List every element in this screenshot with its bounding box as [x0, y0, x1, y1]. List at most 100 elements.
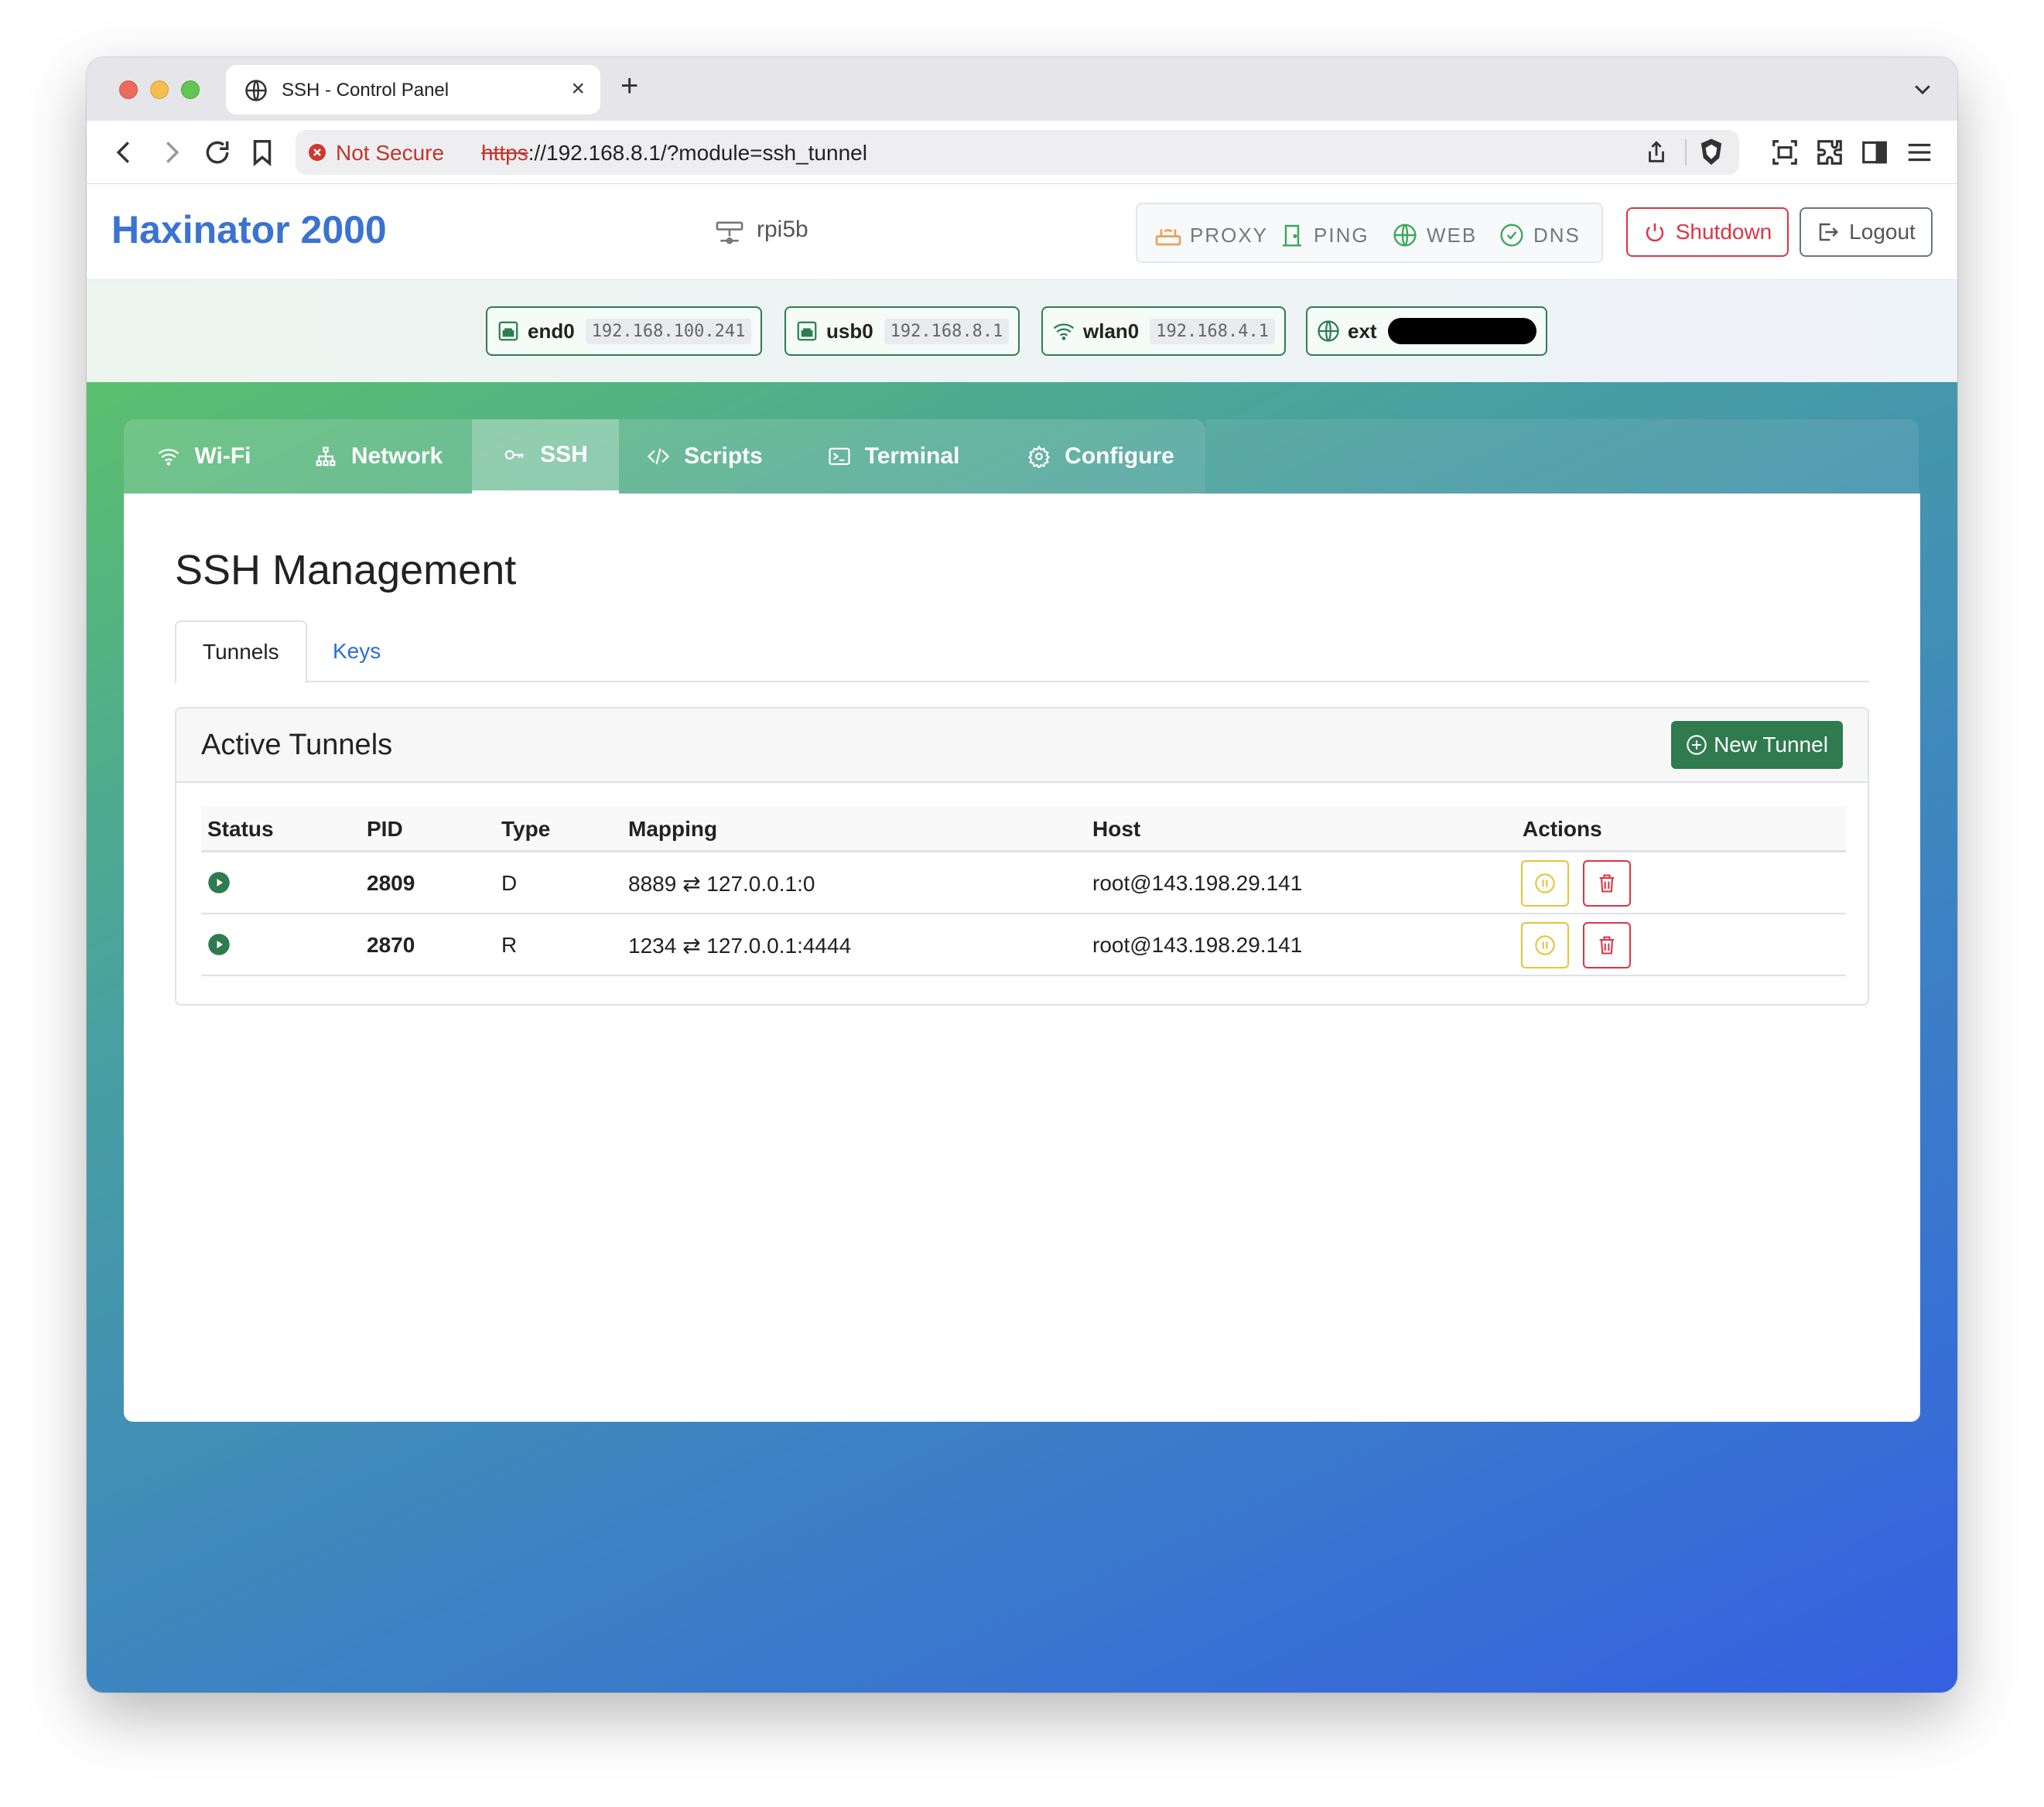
logout-button[interactable]: Logout [1800, 207, 1933, 257]
forward-icon[interactable] [156, 138, 186, 167]
delete-tunnel-button[interactable] [1583, 922, 1631, 968]
interface-end0[interactable]: end0 192.168.100.241 [486, 306, 763, 356]
interface-wlan0[interactable]: wlan0 192.168.4.1 [1041, 306, 1286, 356]
cell-type: R [501, 933, 518, 957]
column-header: Type [501, 817, 551, 841]
pause-tunnel-button[interactable] [1521, 860, 1569, 907]
service-label: PING [1314, 223, 1369, 247]
interface-usb0[interactable]: usb0 192.168.8.1 [784, 306, 1020, 356]
brand-title[interactable]: Haxinator 2000 [111, 207, 387, 252]
address-bar[interactable]: Not Secure https://192.168.8.1/?module=s… [296, 130, 1739, 175]
tab-scripts[interactable]: Scripts [619, 419, 791, 494]
server-icon [716, 221, 743, 244]
pause-icon [1535, 873, 1555, 893]
tab-terminal[interactable]: Terminal [791, 419, 996, 494]
service-label: PROXY [1190, 223, 1269, 247]
subtab-tunnels[interactable]: Tunnels [175, 620, 307, 684]
bookmark-icon[interactable] [248, 138, 277, 167]
main-panel: SSH Management Tunnels Keys Active Tunne… [124, 494, 1920, 1422]
tab-configure[interactable]: Configure [996, 419, 1205, 494]
key-icon [504, 449, 524, 460]
sidebar-icon[interactable] [1860, 138, 1889, 167]
tab-wifi[interactable]: Wi-Fi [124, 419, 285, 494]
dns-icon [1500, 224, 1523, 247]
running-status-icon [208, 934, 230, 955]
column-header: Host [1092, 817, 1141, 841]
reload-icon[interactable] [203, 138, 232, 167]
pause-icon [1535, 935, 1555, 955]
url-rest: ://192.168.8.1/?module=ssh_tunnel [528, 141, 867, 165]
globe-icon [245, 80, 267, 101]
globe-icon [1393, 224, 1417, 247]
cell-host: root@143.198.29.141 [1092, 933, 1303, 957]
content-background: Wi-Fi Network SSH Scripts Terminal Confi… [87, 382, 1957, 1693]
cell-mapping: 8889 ⇄ 127.0.0.1:0 [628, 872, 815, 896]
app-header: Haxinator 2000 rpi5b PROXY PING WEB DNS [87, 184, 1957, 280]
subtab-label: Tunnels [203, 640, 279, 664]
power-icon [1646, 223, 1663, 242]
cell-pid: 2870 [367, 933, 415, 957]
column-header: Mapping [628, 817, 718, 841]
tab-label: Terminal [864, 443, 960, 469]
logout-icon [1819, 223, 1839, 241]
globe-icon [1318, 320, 1339, 342]
subtab-label: Keys [333, 639, 381, 663]
redacted-ip [1387, 318, 1536, 344]
card-title: Active Tunnels [201, 729, 393, 761]
wifi-icon [1053, 323, 1075, 340]
new-tunnel-label: New Tunnel [1714, 733, 1828, 757]
cell-pid: 2809 [367, 871, 415, 895]
column-header: Status [207, 817, 274, 841]
shutdown-button[interactable]: Shutdown [1626, 207, 1789, 257]
url-text[interactable]: https://192.168.8.1/?module=ssh_tunnel [481, 141, 867, 166]
shield-icon[interactable] [1697, 138, 1725, 167]
delete-tunnel-button[interactable] [1583, 860, 1631, 907]
screenshot-icon[interactable] [1770, 138, 1800, 167]
service-label: DNS [1533, 223, 1581, 247]
share-icon[interactable] [1643, 139, 1670, 166]
extensions-icon[interactable] [1815, 138, 1844, 167]
interface-name: usb0 [826, 319, 873, 343]
table-row: 2809 D 8889 ⇄ 127.0.0.1:0 root@143.198.2… [201, 852, 1846, 914]
wifi-icon [159, 449, 179, 466]
code-icon [648, 448, 670, 465]
network-icon [316, 446, 336, 466]
new-tunnel-button[interactable]: New Tunnel [1671, 721, 1843, 769]
card-header: Active Tunnels New Tunnel [176, 709, 1868, 783]
service-dns[interactable]: DNS [1498, 223, 1581, 248]
zoom-window-button[interactable] [181, 80, 200, 99]
interface-ext[interactable]: ext [1306, 306, 1547, 356]
running-status-icon [208, 872, 230, 893]
browser-tab[interactable]: SSH - Control Panel × [226, 65, 600, 114]
service-web[interactable]: WEB [1391, 223, 1477, 248]
chevron-down-icon[interactable] [1911, 77, 1934, 101]
plus-circle-icon [1687, 735, 1707, 755]
subtab-keys[interactable]: Keys [306, 620, 407, 682]
close-window-button[interactable] [119, 80, 138, 99]
cell-mapping: 1234 ⇄ 127.0.0.1:4444 [628, 934, 852, 958]
trash-icon [1599, 874, 1615, 893]
new-tab-button[interactable]: + [620, 67, 638, 105]
pause-tunnel-button[interactable] [1521, 922, 1569, 968]
url-scheme: https [481, 141, 528, 165]
tab-ssh[interactable]: SSH [472, 419, 619, 494]
tab-label: Configure [1065, 443, 1174, 469]
hostname-label: rpi5b [757, 217, 808, 242]
interface-strip: end0 192.168.100.241 usb0 192.168.8.1 wl… [87, 280, 1957, 382]
interface-name: wlan0 [1083, 319, 1140, 343]
menu-icon[interactable] [1905, 138, 1934, 167]
gear-icon [1028, 445, 1051, 468]
service-proxy[interactable]: PROXY [1154, 223, 1268, 248]
service-ping[interactable]: PING [1278, 223, 1369, 248]
minimize-window-button[interactable] [150, 80, 169, 99]
back-icon[interactable] [110, 138, 139, 167]
close-tab-button[interactable]: × [571, 76, 585, 102]
tab-network[interactable]: Network [285, 419, 472, 494]
nav-tabs-filler [1205, 419, 1919, 494]
security-indicator[interactable]: Not Secure [336, 141, 444, 166]
shutdown-label: Shutdown [1675, 220, 1772, 244]
warning-icon [309, 144, 326, 161]
browser-tab-strip: SSH - Control Panel × + [87, 57, 1957, 121]
interface-name: end0 [528, 319, 575, 343]
service-status-group: PROXY PING WEB DNS [1136, 203, 1603, 263]
